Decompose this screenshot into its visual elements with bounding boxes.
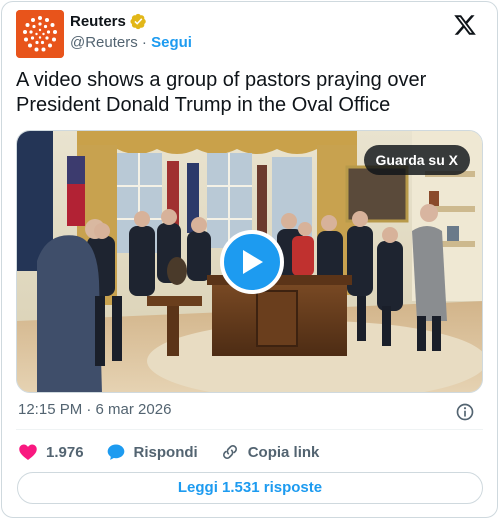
- tweet-timestamp[interactable]: 12:15 PM · 6 mar 2026: [18, 401, 171, 418]
- tweet-header: Reuters @Reuters · Segui: [16, 10, 483, 60]
- reply-button[interactable]: Rispondi: [106, 442, 198, 462]
- x-logo-icon[interactable]: [453, 13, 477, 37]
- follow-button[interactable]: Segui: [151, 34, 192, 51]
- watch-on-x-button[interactable]: Guarda su X: [363, 145, 470, 175]
- copy-link-label: Copia link: [247, 443, 320, 461]
- tweet-actions: 1.976 Rispondi Copia link: [18, 440, 341, 464]
- avatar[interactable]: [16, 10, 64, 58]
- info-icon[interactable]: [455, 402, 475, 422]
- author-handle-row: @Reuters · Segui: [70, 34, 192, 51]
- video-thumbnail[interactable]: Guarda su X: [16, 130, 483, 393]
- author-name-row: Reuters: [70, 13, 147, 30]
- tweet-text: A video shows a group of pastors praying…: [16, 69, 427, 116]
- author-name[interactable]: Reuters: [70, 13, 126, 30]
- reply-bubble-icon: [107, 444, 124, 460]
- copy-link-button[interactable]: Copia link: [220, 442, 320, 462]
- author-handle[interactable]: @Reuters: [70, 34, 138, 51]
- embedded-tweet-card[interactable]: Reuters @Reuters · Segui A video shows a…: [1, 1, 498, 518]
- divider: [16, 429, 483, 430]
- link-icon: [222, 445, 237, 459]
- reply-label: Rispondi: [133, 443, 198, 461]
- likes-count: 1.976: [46, 443, 84, 461]
- play-icon: [243, 250, 263, 274]
- read-replies-button[interactable]: Leggi 1.531 risposte: [17, 472, 483, 504]
- handle-separator: ·: [141, 34, 147, 51]
- verified-badge-icon: [130, 13, 146, 30]
- like-button[interactable]: 1.976: [18, 442, 84, 462]
- reuters-logo-icon: [16, 10, 64, 58]
- play-button[interactable]: [220, 230, 284, 294]
- heart-icon: [19, 444, 37, 460]
